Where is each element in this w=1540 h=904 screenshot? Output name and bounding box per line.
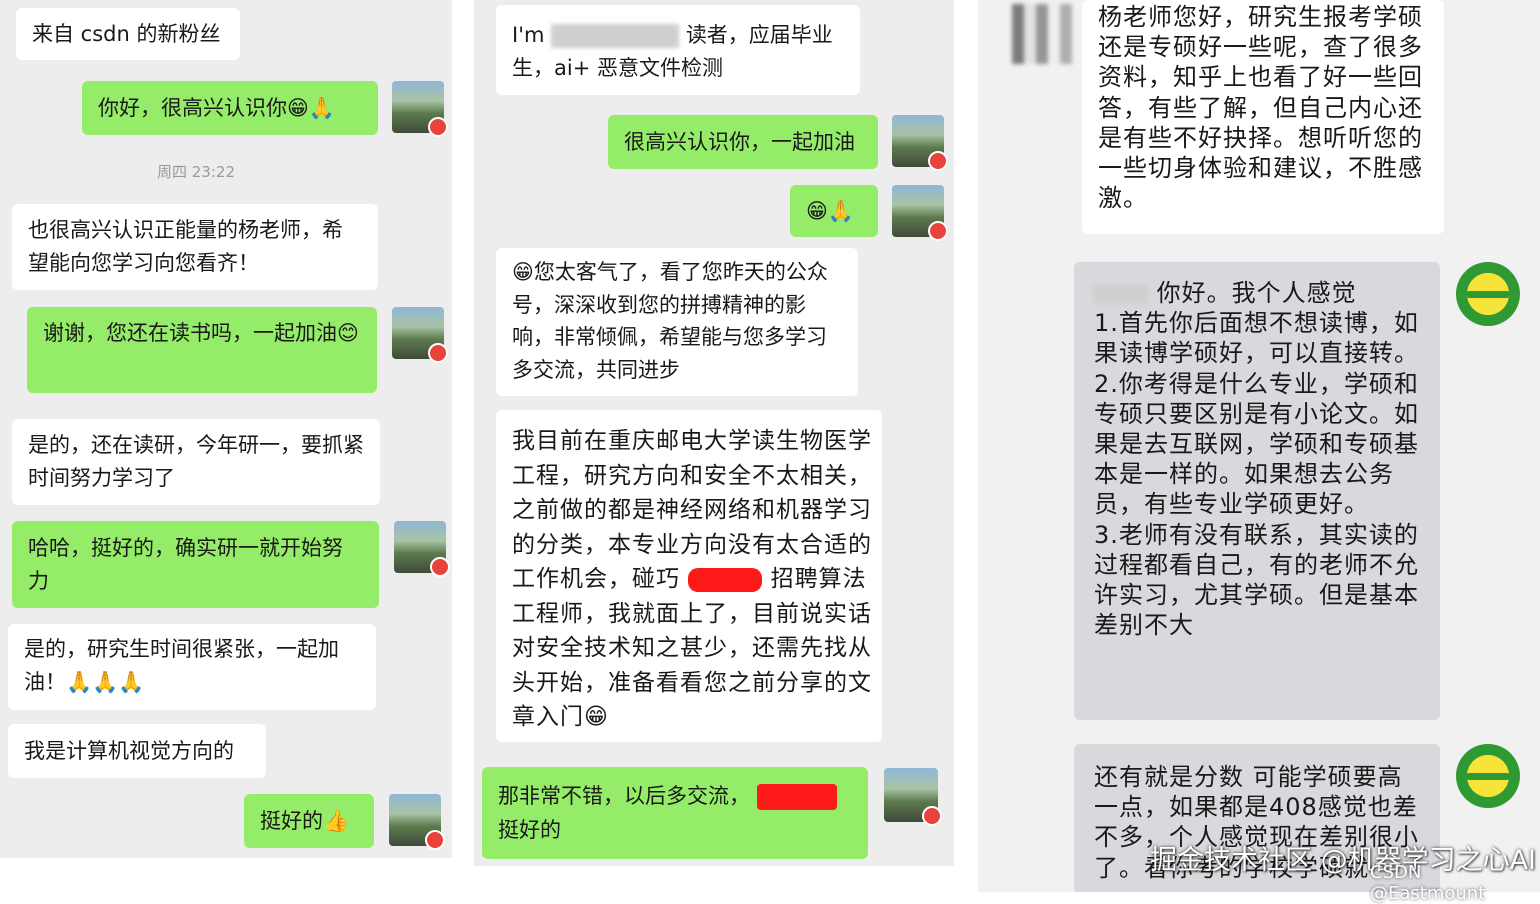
redacted-blur: [551, 24, 680, 48]
message-bubble-incoming[interactable]: 我是计算机视觉方向的: [8, 724, 266, 778]
message-bubble-incoming[interactable]: 是的，还在读研，今年研一，要抓紧时间努力学习了: [12, 419, 380, 505]
message-text: 哈哈，挺好的，确实研一就开始努力: [28, 536, 343, 593]
message-bubble-outgoing[interactable]: 挺好的👍: [244, 794, 374, 848]
message-bubble-outgoing[interactable]: 哈哈，挺好的，确实研一就开始努力: [12, 521, 379, 608]
message-text: 谢谢，您还在读书吗，一起加油😊: [43, 321, 359, 345]
message-text: 来自 csdn 的新粉丝: [32, 22, 221, 46]
my-avatar[interactable]: [392, 307, 448, 363]
redacted-mark: [756, 784, 837, 810]
message-text: 是的，还在读研，今年研一，要抓紧时间努力学习了: [28, 433, 364, 490]
message-text: 😁🙏: [806, 199, 855, 223]
message-bubble-incoming[interactable]: 我目前在重庆邮电大学读生物医学工程，研究方向和安全不太相关，之前做的都是神经网络…: [496, 410, 882, 742]
my-avatar[interactable]: [892, 185, 948, 241]
message-bubble-outgoing[interactable]: 那非常不错，以后多交流， 挺好的: [482, 767, 868, 859]
message-bubble-outgoing[interactable]: 很高兴认识你，一起加油: [608, 115, 878, 169]
message-text: 杨老师您好，研究生报考学硕还是专硕好一些呢，查了很多资料，知乎上也看了好一些回答…: [1098, 3, 1423, 213]
message-text: 😁您太客气了，看了您昨天的公众号，深深收到您的拼搏精神的影响，非常倾佩，希望能与…: [512, 260, 828, 382]
redacted-mark: [688, 567, 763, 592]
redacted-blur: [1094, 285, 1148, 303]
message-bubble-incoming[interactable]: 来自 csdn 的新粉丝: [16, 8, 240, 60]
message-bubble-incoming[interactable]: 你好。我个人感觉 1.首先你后面想不想读博，如果读博学硕好，可以直接转。 2.你…: [1074, 262, 1440, 720]
chat-panel-2: I'm 读者，应届毕业生，ai+ 恶意文件检测 很高兴认识你，一起加油 😁🙏 😁…: [474, 0, 954, 866]
message-bubble-outgoing[interactable]: 谢谢，您还在读书吗，一起加油😊: [27, 307, 377, 393]
contact-avatar-logo[interactable]: [1456, 744, 1520, 808]
message-bubble-incoming[interactable]: I'm 读者，应届毕业生，ai+ 恶意文件检测: [496, 5, 860, 95]
my-avatar[interactable]: [392, 81, 448, 137]
my-avatar[interactable]: [389, 794, 445, 850]
my-avatar[interactable]: [892, 115, 948, 171]
message-text: 你好，很高兴认识你😁🙏: [98, 96, 336, 120]
message-text: I'm: [512, 23, 545, 47]
watermark-small: CSDN @Eastmount: [1370, 862, 1486, 904]
message-text: 挺好的👍: [260, 809, 350, 833]
message-text: 3.老师有没有联系，其实读的过程都看自己，有的老师不允许实习，尤其学硕。但是基本…: [1094, 520, 1419, 640]
message-text: 1.首先你后面想不想读博，如果读博学硕好，可以直接转。: [1094, 309, 1419, 368]
message-bubble-incoming[interactable]: 😁您太客气了，看了您昨天的公众号，深深收到您的拼搏精神的影响，非常倾佩，希望能与…: [496, 248, 858, 396]
message-text: 也很高兴认识正能量的杨老师，希望能向您学习向您看齐！: [28, 218, 343, 275]
message-text: 挺好的: [498, 818, 561, 842]
message-bubble-outgoing[interactable]: 你好，很高兴认识你😁🙏: [82, 81, 378, 135]
contact-avatar-blurred[interactable]: [1012, 4, 1072, 64]
message-bubble-incoming[interactable]: 是的，研究生时间很紧张，一起加油！🙏🙏🙏: [8, 624, 376, 710]
message-text: 我是计算机视觉方向的: [24, 739, 234, 763]
message-bubble-outgoing[interactable]: 😁🙏: [790, 185, 878, 237]
message-text: 是的，研究生时间很紧张，一起加油！🙏🙏🙏: [24, 637, 339, 694]
chat-panel-1: 来自 csdn 的新粉丝 你好，很高兴认识你😁🙏 周四 23:22 也很高兴认识…: [0, 0, 452, 858]
message-text: 那非常不错，以后多交流，: [498, 784, 750, 808]
message-text: 很高兴认识你，一起加油: [624, 130, 855, 154]
message-bubble-incoming[interactable]: 也很高兴认识正能量的杨老师，希望能向您学习向您看齐！: [12, 204, 378, 290]
message-bubble-incoming[interactable]: 杨老师您好，研究生报考学硕还是专硕好一些呢，查了很多资料，知乎上也看了好一些回答…: [1082, 0, 1444, 234]
message-text: 2.你考得是什么专业，学硕和专硕只要区别是有小论文。如果是去互联网，学硕和专硕基…: [1094, 369, 1419, 519]
contact-avatar-logo[interactable]: [1456, 262, 1520, 326]
chat-panel-3: 杨老师您好，研究生报考学硕还是专硕好一些呢，查了很多资料，知乎上也看了好一些回答…: [978, 0, 1540, 892]
message-text: 你好。我个人感觉: [1156, 279, 1357, 307]
chat-timestamp: 周四 23:22: [157, 163, 235, 181]
my-avatar[interactable]: [394, 521, 450, 577]
my-avatar[interactable]: [884, 768, 942, 826]
